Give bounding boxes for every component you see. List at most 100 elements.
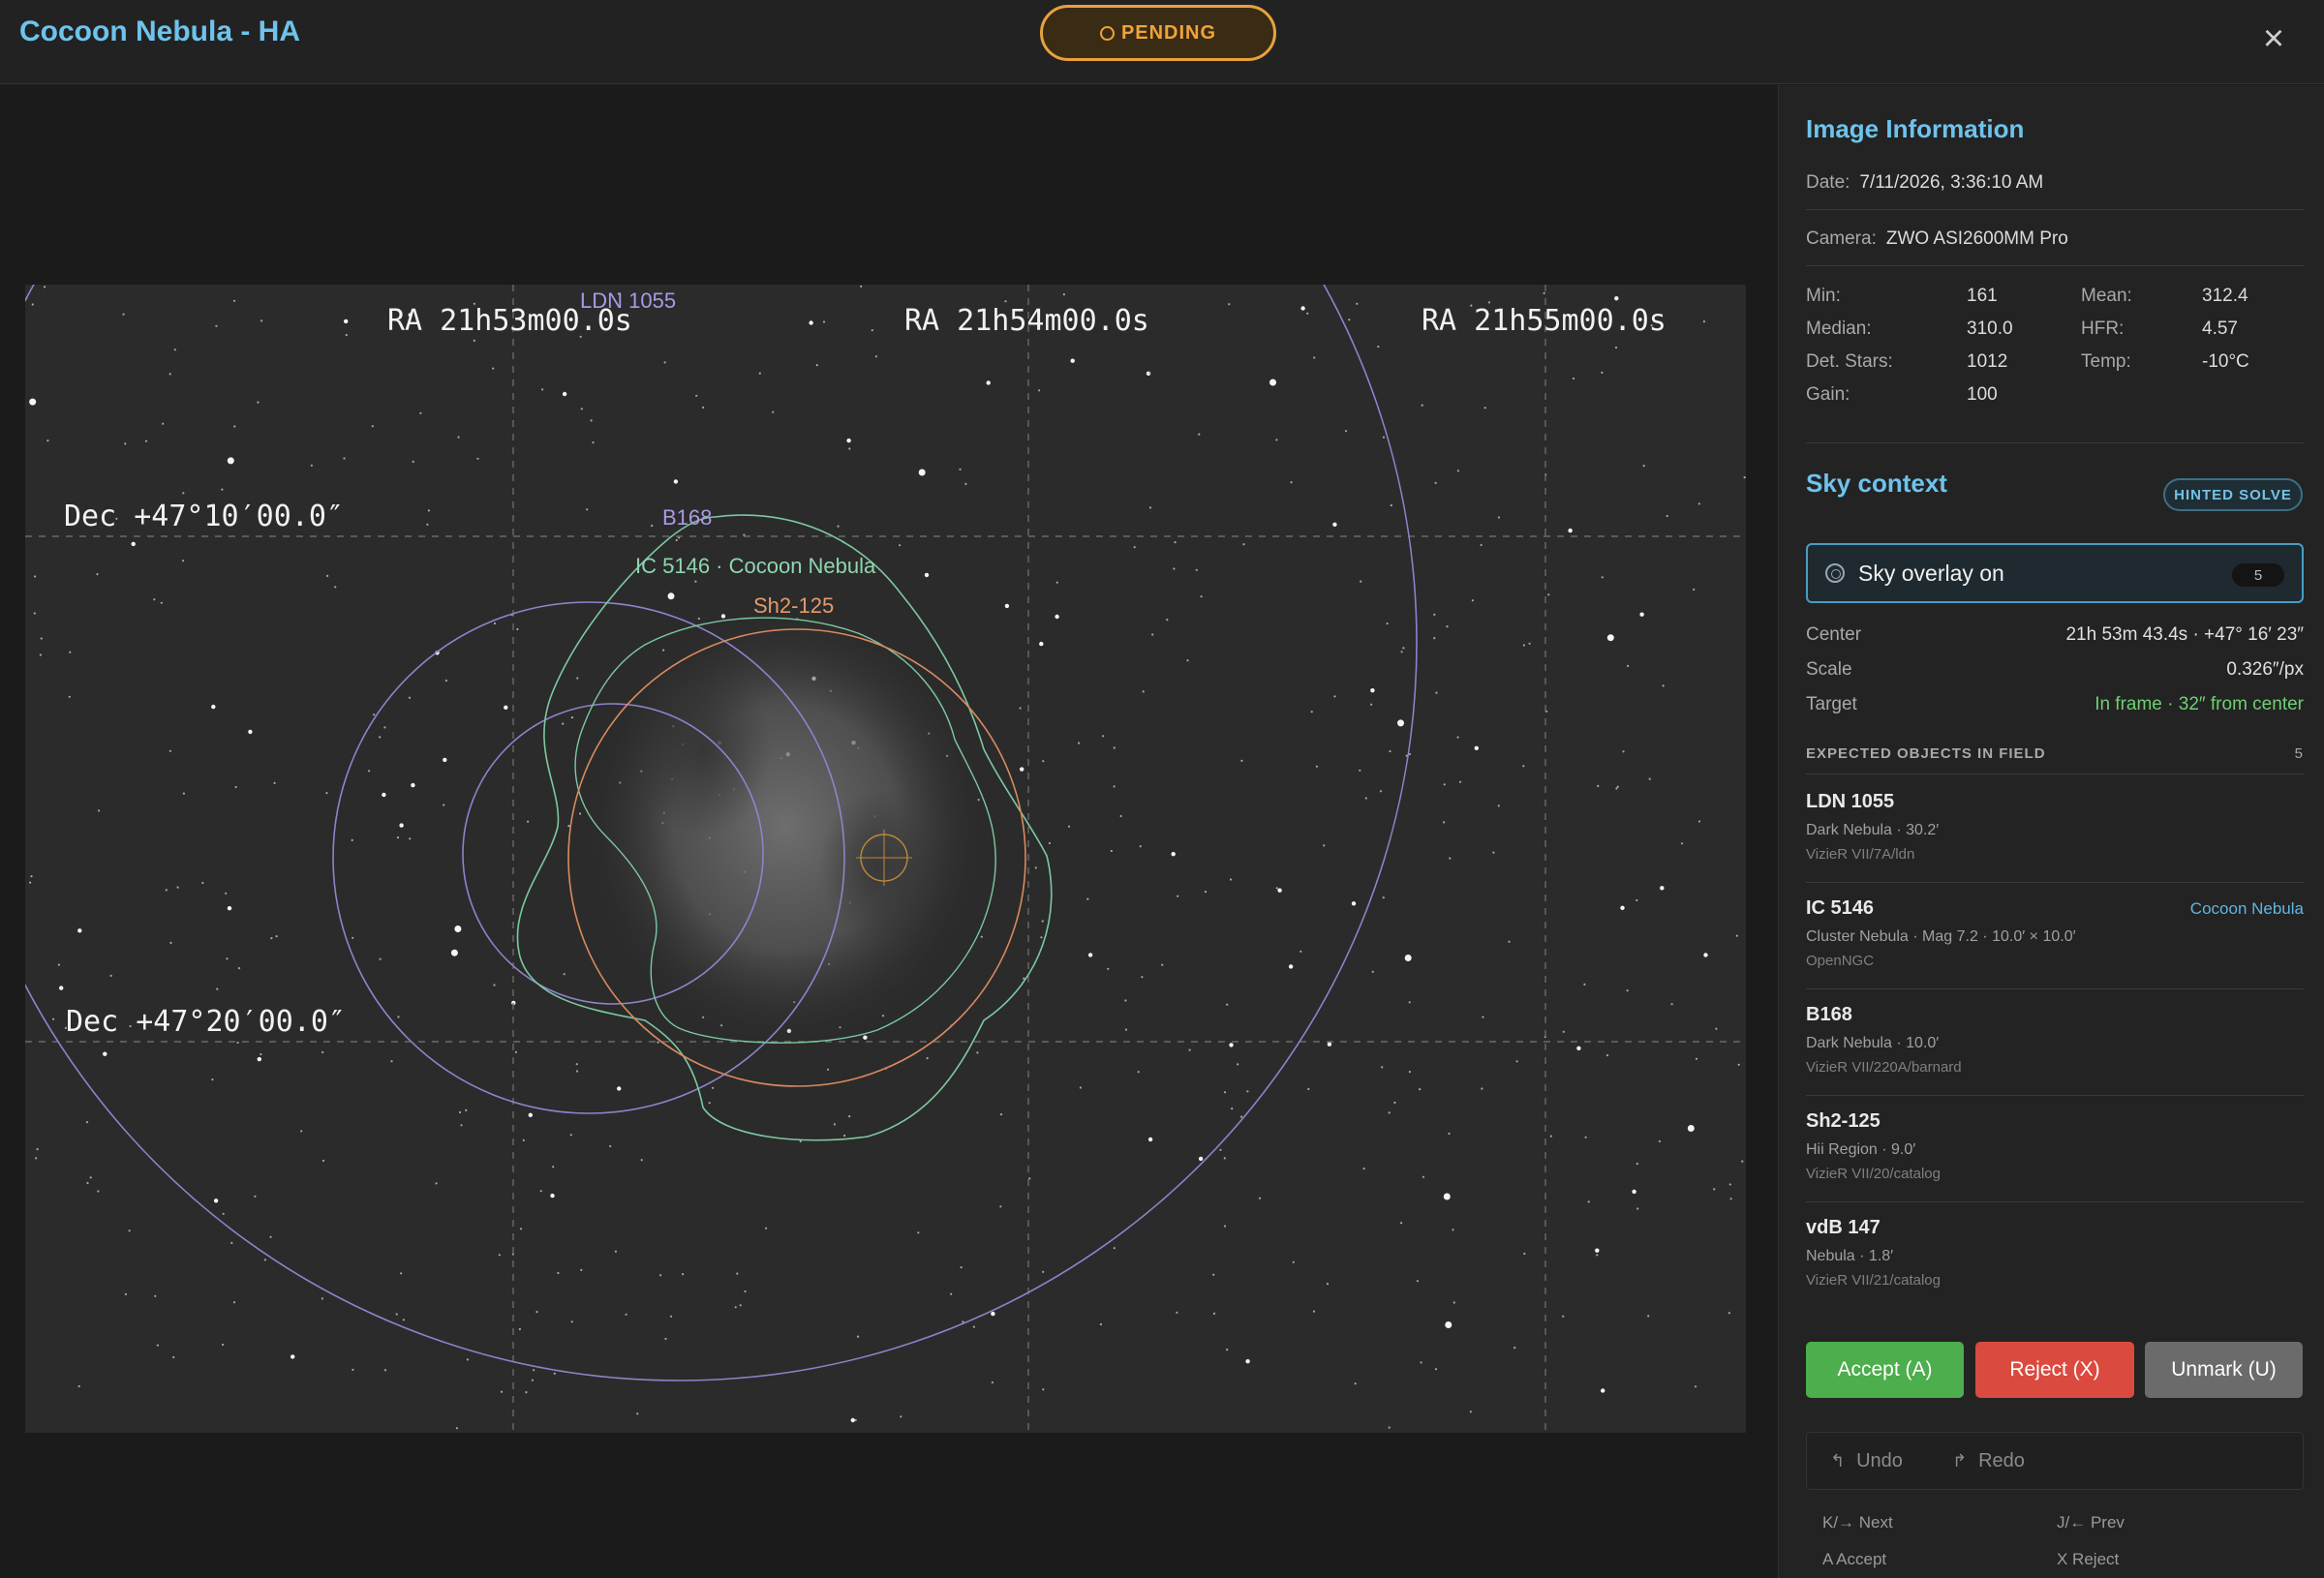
star <box>1456 470 1459 472</box>
camera-row: Camera: ZWO ASI2600MM Pro <box>1806 228 2304 250</box>
star <box>539 1190 542 1193</box>
star <box>1443 821 1446 824</box>
star <box>444 679 447 683</box>
redo-button[interactable]: ↱ Redo <box>1952 1450 2025 1472</box>
star <box>1004 300 1007 303</box>
star <box>682 1273 685 1276</box>
star <box>1323 844 1326 847</box>
stat-stars-value: 1012 <box>1967 351 2008 372</box>
star <box>734 1306 737 1309</box>
date-row: Date: 7/11/2026, 3:36:10 AM <box>1806 172 2304 194</box>
b168-label[interactable]: B168 <box>662 505 712 531</box>
ldn-1055-label[interactable]: LDN 1055 <box>580 288 676 314</box>
star <box>321 1159 325 1163</box>
star <box>1310 711 1313 713</box>
sh2-125-label[interactable]: Sh2-125 <box>753 593 834 619</box>
star <box>1601 1388 1605 1393</box>
star <box>1662 684 1665 687</box>
star <box>1480 543 1483 547</box>
star <box>1420 1361 1422 1364</box>
star <box>46 440 49 442</box>
star <box>1642 465 1645 468</box>
star <box>570 1320 573 1323</box>
star <box>1312 1310 1316 1313</box>
star <box>182 492 185 495</box>
expected-object-item[interactable]: IC 5146 Cocoon Nebula Cluster Nebula · M… <box>1806 897 2304 969</box>
star <box>1703 953 1708 957</box>
star <box>1583 983 1586 986</box>
stat-mean-label: Mean: <box>2081 286 2132 306</box>
overlay-count-badge: 5 <box>2232 563 2284 587</box>
star <box>1443 1193 1451 1200</box>
star <box>1258 1197 1262 1199</box>
star <box>1597 784 1600 788</box>
star <box>552 1166 555 1168</box>
star <box>1370 703 1373 706</box>
star <box>98 809 101 812</box>
star <box>1174 541 1177 544</box>
sky-image[interactable]: RA 21h53m00.0s RA 21h54m00.0s RA 21h55m0… <box>25 285 1746 1433</box>
star <box>379 736 382 739</box>
star <box>1647 1315 1650 1318</box>
star <box>1670 1003 1673 1006</box>
star <box>1055 581 1058 584</box>
star <box>1041 920 1044 923</box>
undo-button[interactable]: ↰ Undo <box>1830 1450 1903 1472</box>
stat-min-label: Min: <box>1806 286 1841 306</box>
star <box>435 1182 438 1185</box>
star <box>772 410 775 413</box>
star <box>1042 760 1045 763</box>
star <box>1445 1321 1452 1328</box>
star <box>659 1274 662 1277</box>
star <box>1528 642 1531 645</box>
star <box>809 320 813 325</box>
image-viewer[interactable]: RA 21h53m00.0s RA 21h54m00.0s RA 21h55m0… <box>0 85 1778 1578</box>
star <box>1231 1108 1234 1110</box>
star <box>1737 1063 1740 1066</box>
star <box>1547 593 1550 596</box>
star <box>34 575 37 578</box>
sky-overlay-toggle[interactable]: Sky overlay on 5 <box>1806 543 2304 603</box>
star <box>397 1016 400 1018</box>
star <box>614 1250 618 1253</box>
close-icon[interactable]: × <box>2254 19 2293 58</box>
unmark-button[interactable]: Unmark (U) <box>2145 1342 2303 1398</box>
star <box>848 1115 851 1118</box>
star <box>216 987 219 990</box>
accept-button[interactable]: Accept (A) <box>1806 1342 1964 1398</box>
stat-min-value: 161 <box>1967 286 1998 306</box>
star <box>409 837 412 840</box>
target-row: Target In frame · 32″ from center <box>1806 694 2304 723</box>
star <box>275 935 278 938</box>
expected-object-item[interactable]: LDN 1055 Dark Nebula · 30.2′ VizieR VII/… <box>1806 791 2304 863</box>
divider <box>1806 265 2304 266</box>
star <box>664 1337 667 1341</box>
star <box>1408 1001 1411 1004</box>
expected-object-item[interactable]: Sh2-125 Hii Region · 9.0′ VizieR VII/20/… <box>1806 1110 2304 1182</box>
star <box>493 984 496 986</box>
object-name: Sh2-125 <box>1806 1110 1881 1132</box>
star <box>1198 1156 1204 1162</box>
reject-button[interactable]: Reject (X) <box>1975 1342 2134 1398</box>
ra-label-3: RA 21h55m00.0s <box>1422 304 1667 338</box>
hinted-solve-badge: HINTED SOLVE <box>2163 478 2303 511</box>
star <box>1522 765 1525 768</box>
star <box>443 757 447 763</box>
object-name: vdB 147 <box>1806 1217 1881 1238</box>
camera-value: ZWO ASI2600MM Pro <box>1885 228 2068 249</box>
star <box>39 653 42 656</box>
star <box>124 442 127 445</box>
redo-label: Redo <box>1978 1450 2025 1472</box>
ic5146-label[interactable]: IC 5146 · Cocoon Nebula <box>635 554 875 579</box>
star <box>153 598 156 601</box>
star <box>160 601 163 604</box>
expected-object-item[interactable]: vdB 147 Nebula · 1.8′ VizieR VII/21/cata… <box>1806 1217 2304 1289</box>
star <box>1469 1411 1472 1413</box>
star <box>1148 506 1152 509</box>
expected-object-item[interactable]: B168 Dark Nebula · 10.0′ VizieR VII/220A… <box>1806 1004 2304 1076</box>
star <box>334 586 337 589</box>
star <box>609 1144 612 1148</box>
star <box>1483 407 1486 410</box>
star <box>1614 296 1619 301</box>
star <box>1615 787 1618 790</box>
